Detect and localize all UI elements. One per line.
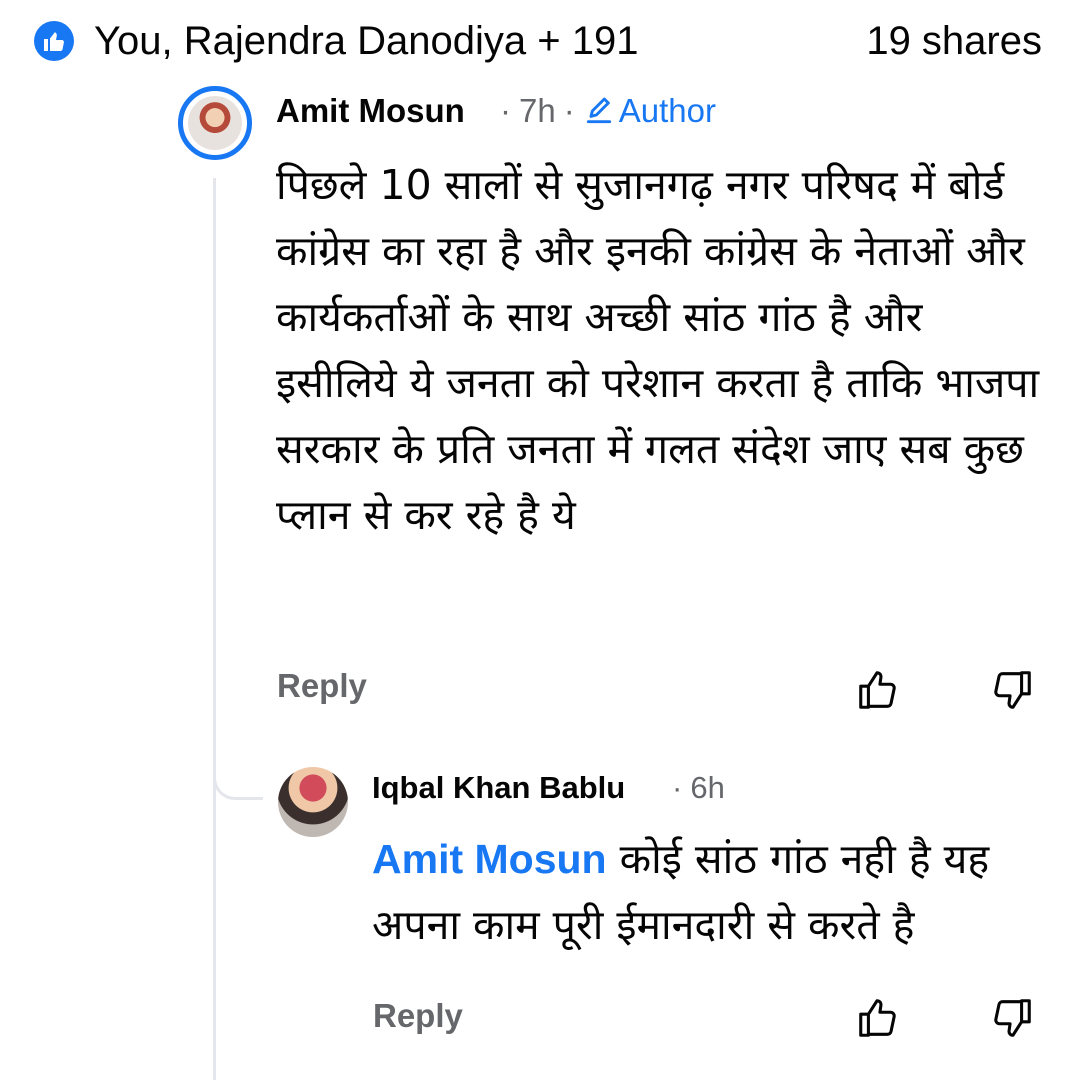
avatar[interactable] (178, 86, 252, 160)
comment-author-name[interactable]: Amit Mosun (276, 88, 465, 134)
like-reaction-icon (34, 21, 74, 61)
author-badge-label: Author (618, 92, 716, 129)
upvote-button[interactable] (852, 992, 904, 1044)
pencil-icon (586, 97, 611, 124)
comment-meta: · 7h · Author (492, 88, 716, 134)
thread-connector (213, 762, 263, 800)
thumbs-up-outline-icon (859, 671, 896, 709)
thumbs-down-outline-icon (994, 671, 1031, 709)
comment-text: पिछले 10 सालों से सुजानगढ़ नगर परिषद में… (276, 161, 1040, 539)
avatar[interactable] (278, 767, 348, 837)
shares-count[interactable]: 19 shares (866, 14, 1042, 68)
comment-time[interactable]: 7h (519, 88, 556, 134)
author-badge: Author (583, 88, 716, 134)
thumbs-up-icon (44, 32, 64, 51)
reply-button[interactable]: Reply (277, 664, 367, 708)
downvote-button[interactable] (986, 992, 1038, 1044)
thread-line (213, 178, 216, 1080)
thumbs-up-outline-icon (859, 999, 896, 1037)
reactors-summary[interactable]: You, Rajendra Danodiya + 191 (94, 14, 639, 68)
mention-link[interactable]: Amit Mosun (372, 836, 607, 882)
reply-button[interactable]: Reply (373, 994, 463, 1038)
upvote-button[interactable] (852, 664, 904, 716)
downvote-button[interactable] (986, 664, 1038, 716)
thumbs-down-outline-icon (994, 999, 1031, 1037)
comment-meta: · 6h (672, 770, 725, 805)
comment-text: Amit Mosun कोई सांठ गांठ नही है यह अपना … (372, 826, 1052, 958)
comment-author-name[interactable]: Iqbal Khan Bablu (372, 766, 625, 810)
comment-time[interactable]: 6h (690, 770, 724, 805)
